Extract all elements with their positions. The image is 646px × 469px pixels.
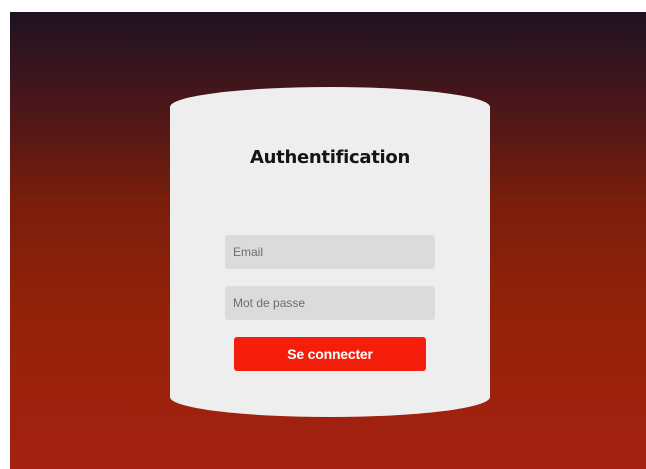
- login-title: Authentification: [250, 147, 410, 168]
- login-card: Authentification Se connecter: [170, 87, 490, 417]
- email-input[interactable]: [225, 235, 435, 269]
- login-button[interactable]: Se connecter: [234, 337, 426, 371]
- page-viewport: Authentification Se connecter: [10, 12, 646, 469]
- password-input[interactable]: [225, 286, 435, 320]
